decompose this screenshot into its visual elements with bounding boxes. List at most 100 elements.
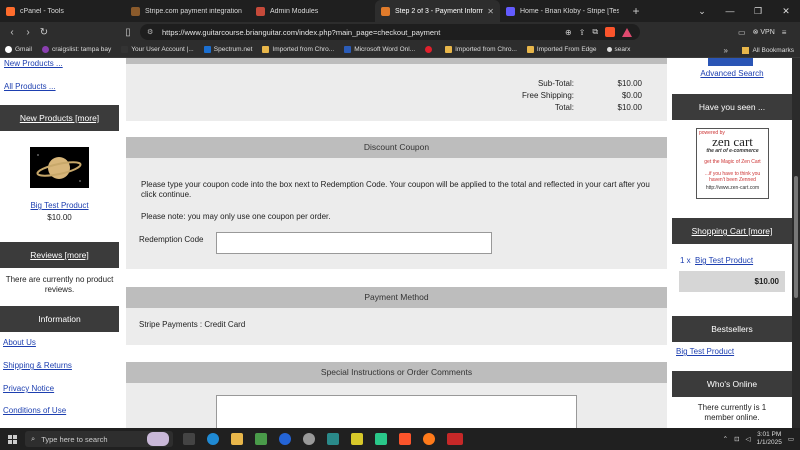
bookmark-label: craigslist: tampa bay: [51, 46, 112, 53]
conditions-of-use-link[interactable]: Conditions of Use: [3, 406, 66, 415]
shipping-label: Free Shipping:: [521, 91, 574, 100]
reviews-header[interactable]: Reviews [more]: [0, 242, 119, 268]
file-explorer-icon[interactable]: [231, 433, 243, 445]
menu-icon[interactable]: ≡: [782, 28, 787, 37]
whos-online-text: There currently is 1 member online.: [697, 403, 767, 422]
line-app-2-icon[interactable]: [375, 433, 387, 445]
discount-coupon-header: Discount Coupon: [126, 137, 667, 158]
tab-payment-information[interactable]: Step 2 of 3 - Payment Informati ✕: [375, 0, 500, 22]
clock[interactable]: 3:01 PM 1/1/2025: [757, 431, 782, 447]
new-tab-button[interactable]: +: [625, 0, 647, 22]
zencart-tagline: the art of e-commerce: [706, 148, 759, 154]
forward-icon[interactable]: ›: [20, 27, 36, 38]
bookmark-folder-imported-chrome-2[interactable]: Imported from Chro...: [445, 46, 517, 53]
privacy-notice-link[interactable]: Privacy Notice: [3, 384, 54, 393]
brave-rewards-icon[interactable]: [622, 27, 633, 37]
about-us-link[interactable]: About Us: [3, 338, 36, 347]
advanced-search-link[interactable]: Advanced Search: [700, 69, 763, 78]
brave-shields-icon[interactable]: [605, 27, 616, 37]
task-view-icon[interactable]: [183, 433, 195, 445]
bookmark-folder-imported-chrome[interactable]: Imported from Chro...: [262, 46, 334, 53]
windows-start-icon[interactable]: [8, 434, 17, 444]
firefox-app-icon[interactable]: [423, 433, 435, 445]
volume-icon[interactable]: ◁: [746, 435, 751, 443]
bookmark-label: Microsoft Word Onl...: [354, 46, 416, 53]
taskbar-search-placeholder: Type here to search: [41, 434, 108, 444]
bestseller-item-link[interactable]: Big Test Product: [676, 347, 734, 356]
whos-online-header: Who's Online: [672, 371, 792, 397]
discount-coupon-section: Discount Coupon Please type your coupon …: [126, 137, 667, 269]
reviews-text: There are currently no product reviews.: [5, 275, 114, 294]
redemption-code-input[interactable]: [216, 232, 492, 254]
bookmark-spectrum[interactable]: Spectrum.net: [203, 46, 252, 53]
order-totals-box: Sub-Total: Free Shipping: Total: $10.00 …: [126, 58, 667, 121]
special-instructions-header: Special Instructions or Order Comments: [126, 362, 667, 383]
product-thumbnail-saturn[interactable]: [30, 147, 89, 188]
site-info-icon[interactable]: ⚙: [147, 28, 153, 36]
bookmark-opera[interactable]: [425, 46, 435, 53]
bookmark-craigslist[interactable]: craigslist: tampa bay: [41, 46, 112, 53]
taskbar-search[interactable]: ⌕ Type here to search: [25, 431, 173, 447]
shipping-returns-link[interactable]: Shipping & Returns: [3, 361, 72, 370]
bookmark-searx[interactable]: searx: [606, 46, 631, 53]
sidebar-toggle-icon[interactable]: ▭: [738, 28, 746, 37]
tab-search-icon[interactable]: ⌄: [688, 0, 716, 22]
new-products-header-label: New Products [more]: [19, 113, 100, 123]
folder-icon: [742, 46, 750, 54]
restore-icon[interactable]: ❐: [744, 0, 772, 22]
notifications-icon[interactable]: ▭: [788, 435, 794, 443]
more-bookmarks-button[interactable]: »: [724, 42, 728, 58]
bookmark-user-account[interactable]: Your User Account |...: [121, 46, 194, 53]
store-icon[interactable]: [255, 433, 267, 445]
search-icon: ⌕: [31, 434, 36, 443]
zoom-icon[interactable]: ⊕: [565, 28, 572, 37]
zencart-favicon-icon: [256, 6, 265, 16]
search-button[interactable]: [708, 58, 753, 66]
reload-icon[interactable]: ↻: [36, 27, 52, 38]
zoom-app-icon[interactable]: [279, 433, 291, 445]
copy-link-icon[interactable]: ⧉: [592, 27, 598, 37]
bookmark-label: searx: [614, 46, 631, 53]
back-icon[interactable]: ‹: [4, 27, 20, 38]
scrollbar-thumb[interactable]: [794, 176, 798, 298]
google-icon: [5, 46, 12, 53]
cart-item-link[interactable]: Big Test Product: [695, 256, 753, 265]
close-window-icon[interactable]: ✕: [772, 0, 800, 22]
bookmark-word-online[interactable]: Microsoft Word Onl...: [344, 46, 415, 53]
brave-app-icon[interactable]: [399, 433, 411, 445]
settings-app-icon[interactable]: [303, 433, 315, 445]
bookmark-folder-imported-edge[interactable]: Imported From Edge: [526, 46, 597, 53]
tab-cpanel[interactable]: cPanel - Tools: [0, 0, 125, 22]
bookmark-page-icon[interactable]: ▯: [120, 27, 136, 38]
zencart-banner[interactable]: powered by zen cart the art of e-commerc…: [696, 128, 769, 199]
all-products-link[interactable]: All Products ...: [4, 82, 56, 91]
clock-date: 1/1/2025: [756, 439, 782, 446]
total-label: Total:: [554, 103, 574, 112]
minimize-icon[interactable]: —: [716, 0, 744, 22]
tab-admin-modules[interactable]: Admin Modules: [250, 0, 375, 22]
edge-icon[interactable]: [207, 433, 219, 445]
page-scrollbar[interactable]: [792, 58, 800, 428]
shopping-cart-header[interactable]: Shopping Cart [more]: [672, 218, 792, 244]
terminal-app-icon[interactable]: [327, 433, 339, 445]
line-app-icon[interactable]: [351, 433, 363, 445]
shopping-cart-header-label: Shopping Cart [more]: [691, 226, 773, 236]
share-icon[interactable]: ⇪: [579, 28, 586, 37]
zencart-favicon-icon: [381, 6, 390, 16]
new-products-header[interactable]: New Products [more]: [0, 105, 119, 131]
network-icon[interactable]: ⊡: [734, 435, 739, 443]
bookmark-gmail[interactable]: Gmail: [5, 46, 32, 53]
left-sidebar: New Products ... All Products ... New Pr…: [0, 58, 119, 428]
order-comments-textarea[interactable]: [216, 395, 577, 428]
product-link[interactable]: Big Test Product: [30, 201, 88, 210]
new-products-link[interactable]: New Products ...: [4, 59, 63, 68]
tab-stripe-integration[interactable]: Stripe.com payment integration mo: [125, 0, 250, 22]
tab-stripe-home[interactable]: Home - Brian Kloby - Stripe [Test]: [500, 0, 625, 22]
bookmark-label: Imported from Chro...: [272, 46, 335, 53]
media-app-icon[interactable]: [447, 433, 463, 445]
close-tab-icon[interactable]: ✕: [487, 7, 494, 16]
vpn-button[interactable]: ⊗ VPN: [753, 28, 775, 36]
tray-chevron-icon[interactable]: ⌃: [723, 435, 728, 443]
toolbar-right: ▭ ⊗ VPN ≡: [738, 22, 786, 42]
all-bookmarks-button[interactable]: All Bookmarks: [742, 42, 794, 58]
